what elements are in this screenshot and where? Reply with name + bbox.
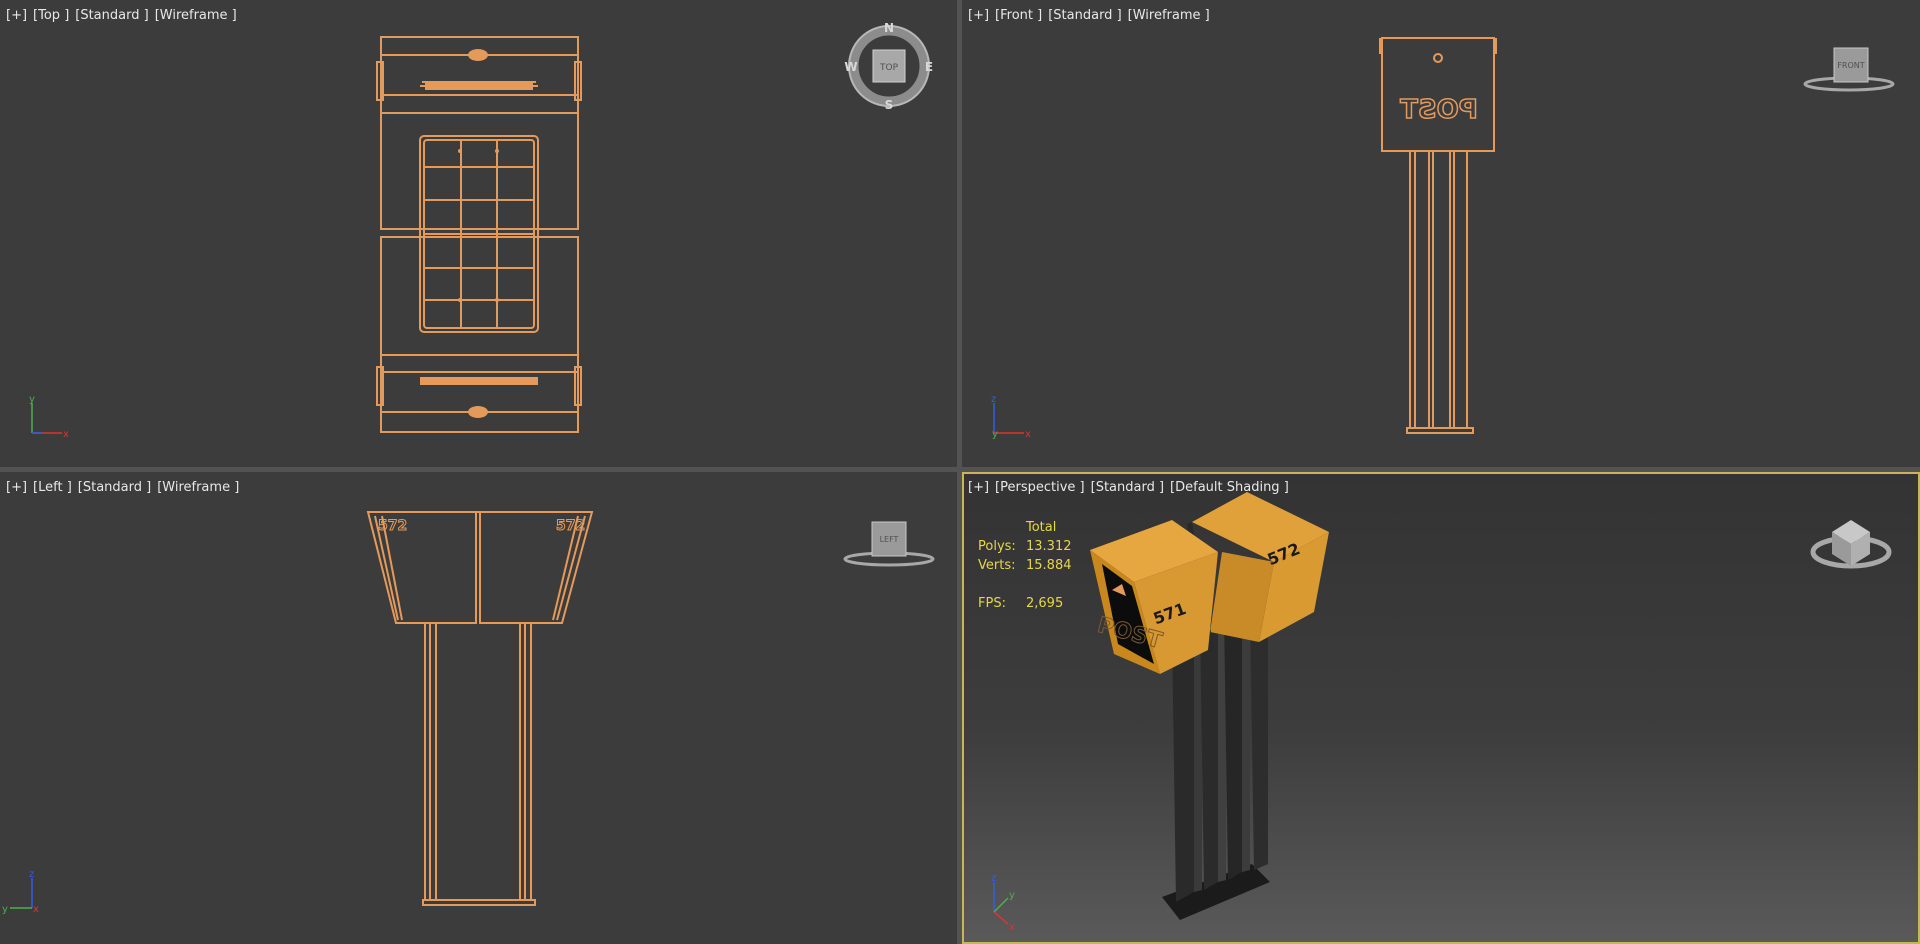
axis-tripod: z x y <box>991 873 1015 933</box>
viewport-grid: [+] [Top ] [Standard ] [Wireframe ] TOP … <box>0 0 1920 944</box>
axis-x-label: x <box>1009 922 1015 933</box>
viewport-perspective[interactable]: [+] [Perspective ] [Standard ] [Default Sha… <box>962 472 1920 944</box>
axis-tripod: z x y <box>991 394 1031 440</box>
axis-y-label: y <box>29 394 35 405</box>
axis-z-label: z <box>29 869 34 880</box>
viewport-front[interactable]: [+] [Front ] [Standard ] [Wireframe ] POST <box>962 0 1920 467</box>
axis-x-label: x <box>63 429 69 440</box>
axis-tripod: y x <box>29 394 69 440</box>
viewport-top[interactable]: [+] [Top ] [Standard ] [Wireframe ] TOP … <box>0 0 957 467</box>
axis-y-label: y <box>1009 890 1015 901</box>
axis-z-label: z <box>991 873 996 884</box>
axis-z-label: z <box>991 394 996 405</box>
axis-tripod: z y x <box>2 869 39 915</box>
axis-y-label: y <box>2 904 8 915</box>
viewport-left[interactable]: [+] [Left ] [Standard ] [Wireframe ] 572 57… <box>0 472 957 944</box>
axis-y-label: y <box>992 429 998 440</box>
axis-x-label: x <box>1025 429 1031 440</box>
axis-x-label: x <box>33 904 39 915</box>
